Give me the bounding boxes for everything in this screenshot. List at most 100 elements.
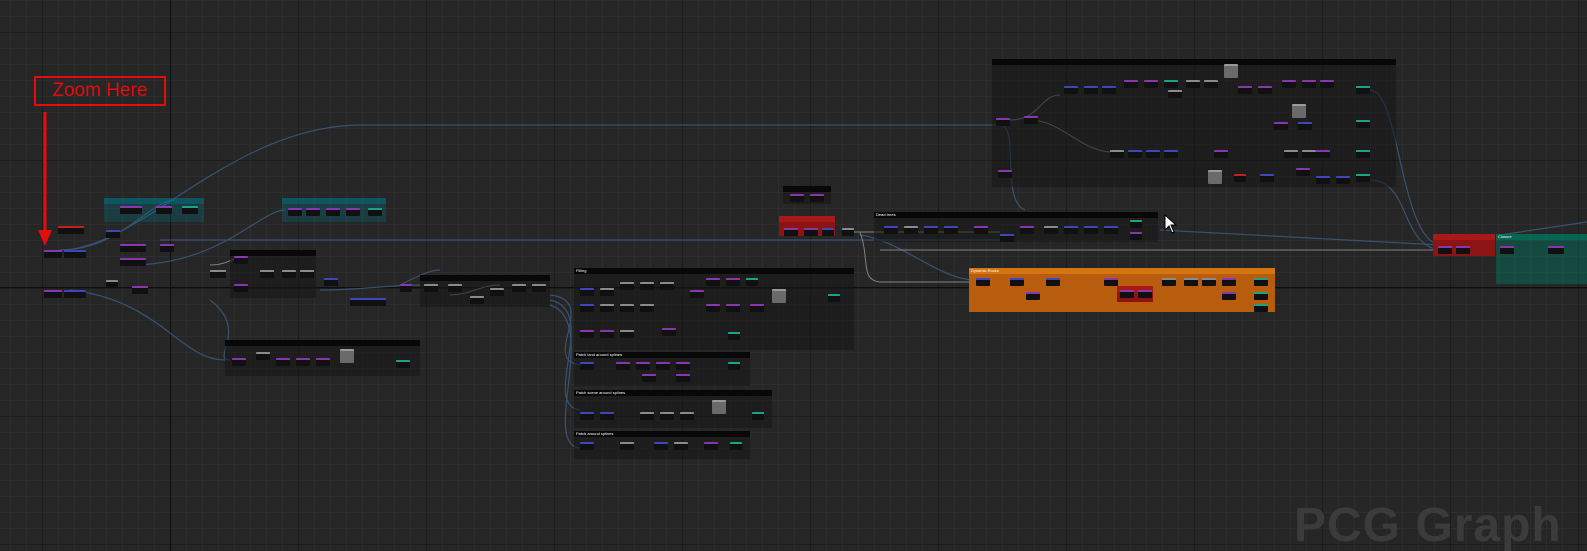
graph-node[interactable]	[784, 228, 798, 236]
graph-node[interactable]	[1298, 122, 1312, 130]
graph-node[interactable]	[512, 284, 526, 292]
graph-node[interactable]	[620, 282, 634, 290]
graph-node[interactable]	[1138, 290, 1152, 298]
graph-node[interactable]	[532, 284, 546, 292]
graph-node[interactable]	[996, 118, 1010, 126]
graph-node[interactable]	[680, 412, 694, 420]
graph-node[interactable]	[1104, 226, 1118, 234]
comment-box[interactable]	[420, 275, 550, 307]
graph-node[interactable]	[690, 290, 704, 298]
graph-node[interactable]	[1164, 80, 1178, 88]
graph-node[interactable]	[106, 230, 120, 238]
graph-node[interactable]	[1104, 278, 1118, 286]
graph-node[interactable]	[260, 270, 274, 278]
graph-node[interactable]	[210, 270, 226, 278]
graph-node[interactable]	[660, 282, 674, 290]
graph-node[interactable]	[1084, 226, 1098, 234]
graph-node[interactable]	[1302, 80, 1316, 88]
graph-node[interactable]	[296, 358, 310, 366]
graph-node[interactable]	[580, 362, 594, 370]
graph-node[interactable]	[1438, 246, 1452, 254]
graph-node[interactable]	[640, 412, 654, 420]
graph-node[interactable]	[1102, 86, 1116, 94]
graph-node[interactable]	[884, 226, 898, 234]
graph-node[interactable]	[424, 284, 438, 292]
graph-node[interactable]	[1222, 292, 1236, 300]
graph-node[interactable]	[636, 362, 650, 370]
graph-node[interactable]	[804, 228, 818, 236]
graph-node[interactable]	[600, 288, 614, 296]
graph-node[interactable]	[1302, 150, 1316, 158]
graph-node[interactable]	[790, 194, 804, 202]
graph-node[interactable]	[620, 304, 634, 312]
graph-node[interactable]	[1124, 80, 1138, 88]
comment-box[interactable]	[992, 59, 1396, 187]
graph-node[interactable]	[1164, 150, 1178, 158]
graph-node[interactable]	[448, 284, 462, 292]
graph-node[interactable]	[156, 206, 172, 214]
graph-node[interactable]	[1456, 246, 1470, 254]
graph-node[interactable]	[1000, 234, 1014, 242]
graph-node[interactable]	[1130, 232, 1142, 240]
graph-node[interactable]	[1284, 150, 1298, 158]
graph-node[interactable]	[316, 358, 330, 366]
graph-node[interactable]	[1238, 86, 1252, 94]
graph-node[interactable]	[1168, 90, 1182, 98]
graph-node[interactable]	[1260, 174, 1274, 182]
graph-node[interactable]	[326, 208, 340, 216]
graph-node[interactable]	[676, 362, 690, 370]
graph-node[interactable]	[728, 362, 740, 370]
graph-node[interactable]	[580, 304, 594, 312]
graph-node[interactable]	[1214, 150, 1228, 158]
graph-node[interactable]	[810, 194, 824, 202]
graph-node[interactable]	[842, 228, 854, 236]
graph-node[interactable]	[1222, 278, 1236, 286]
graph-node[interactable]	[1128, 150, 1142, 158]
graph-node[interactable]	[656, 362, 670, 370]
graph-node[interactable]	[44, 250, 62, 258]
graph-node[interactable]	[822, 228, 834, 236]
graph-node[interactable]	[64, 290, 86, 298]
graph-node[interactable]	[640, 304, 654, 312]
graph-node[interactable]	[1026, 292, 1040, 300]
graph-node[interactable]	[234, 256, 248, 264]
graph-node[interactable]	[1110, 150, 1124, 158]
graph-node[interactable]	[580, 288, 594, 296]
graph-node[interactable]	[470, 296, 484, 304]
graph-node[interactable]	[1064, 86, 1078, 94]
graph-node[interactable]	[1010, 278, 1024, 286]
graph-node[interactable]	[300, 270, 314, 278]
graph-node[interactable]	[1144, 80, 1158, 88]
texture-node[interactable]	[712, 400, 726, 414]
graph-node[interactable]	[976, 278, 990, 286]
graph-node[interactable]	[182, 206, 198, 214]
comment-box-closure[interactable]: Closure	[1496, 234, 1587, 284]
graph-node[interactable]	[64, 250, 86, 258]
graph-node[interactable]	[600, 330, 614, 338]
graph-node[interactable]	[106, 280, 118, 288]
graph-node[interactable]	[306, 208, 320, 216]
graph-node[interactable]	[1254, 292, 1268, 300]
graph-node[interactable]	[642, 374, 656, 382]
graph-node[interactable]	[368, 208, 382, 216]
texture-node[interactable]	[772, 289, 786, 303]
graph-node[interactable]	[580, 330, 594, 338]
graph-node[interactable]	[674, 442, 688, 450]
graph-node[interactable]	[706, 278, 720, 286]
graph-node[interactable]	[726, 278, 740, 286]
graph-node[interactable]	[620, 442, 634, 450]
graph-node[interactable]	[580, 442, 594, 450]
graph-node[interactable]	[1356, 150, 1370, 158]
texture-node[interactable]	[1208, 170, 1222, 184]
graph-node[interactable]	[1316, 176, 1330, 184]
graph-node[interactable]	[746, 278, 758, 286]
graph-node[interactable]	[400, 284, 412, 292]
graph-node[interactable]	[234, 284, 248, 292]
graph-node[interactable]	[1356, 86, 1370, 94]
graph-node[interactable]	[1064, 226, 1078, 234]
graph-node[interactable]	[924, 226, 938, 234]
graph-node[interactable]	[600, 412, 614, 420]
graph-node[interactable]	[828, 294, 840, 302]
graph-node[interactable]	[640, 282, 654, 290]
graph-node[interactable]	[752, 412, 764, 420]
